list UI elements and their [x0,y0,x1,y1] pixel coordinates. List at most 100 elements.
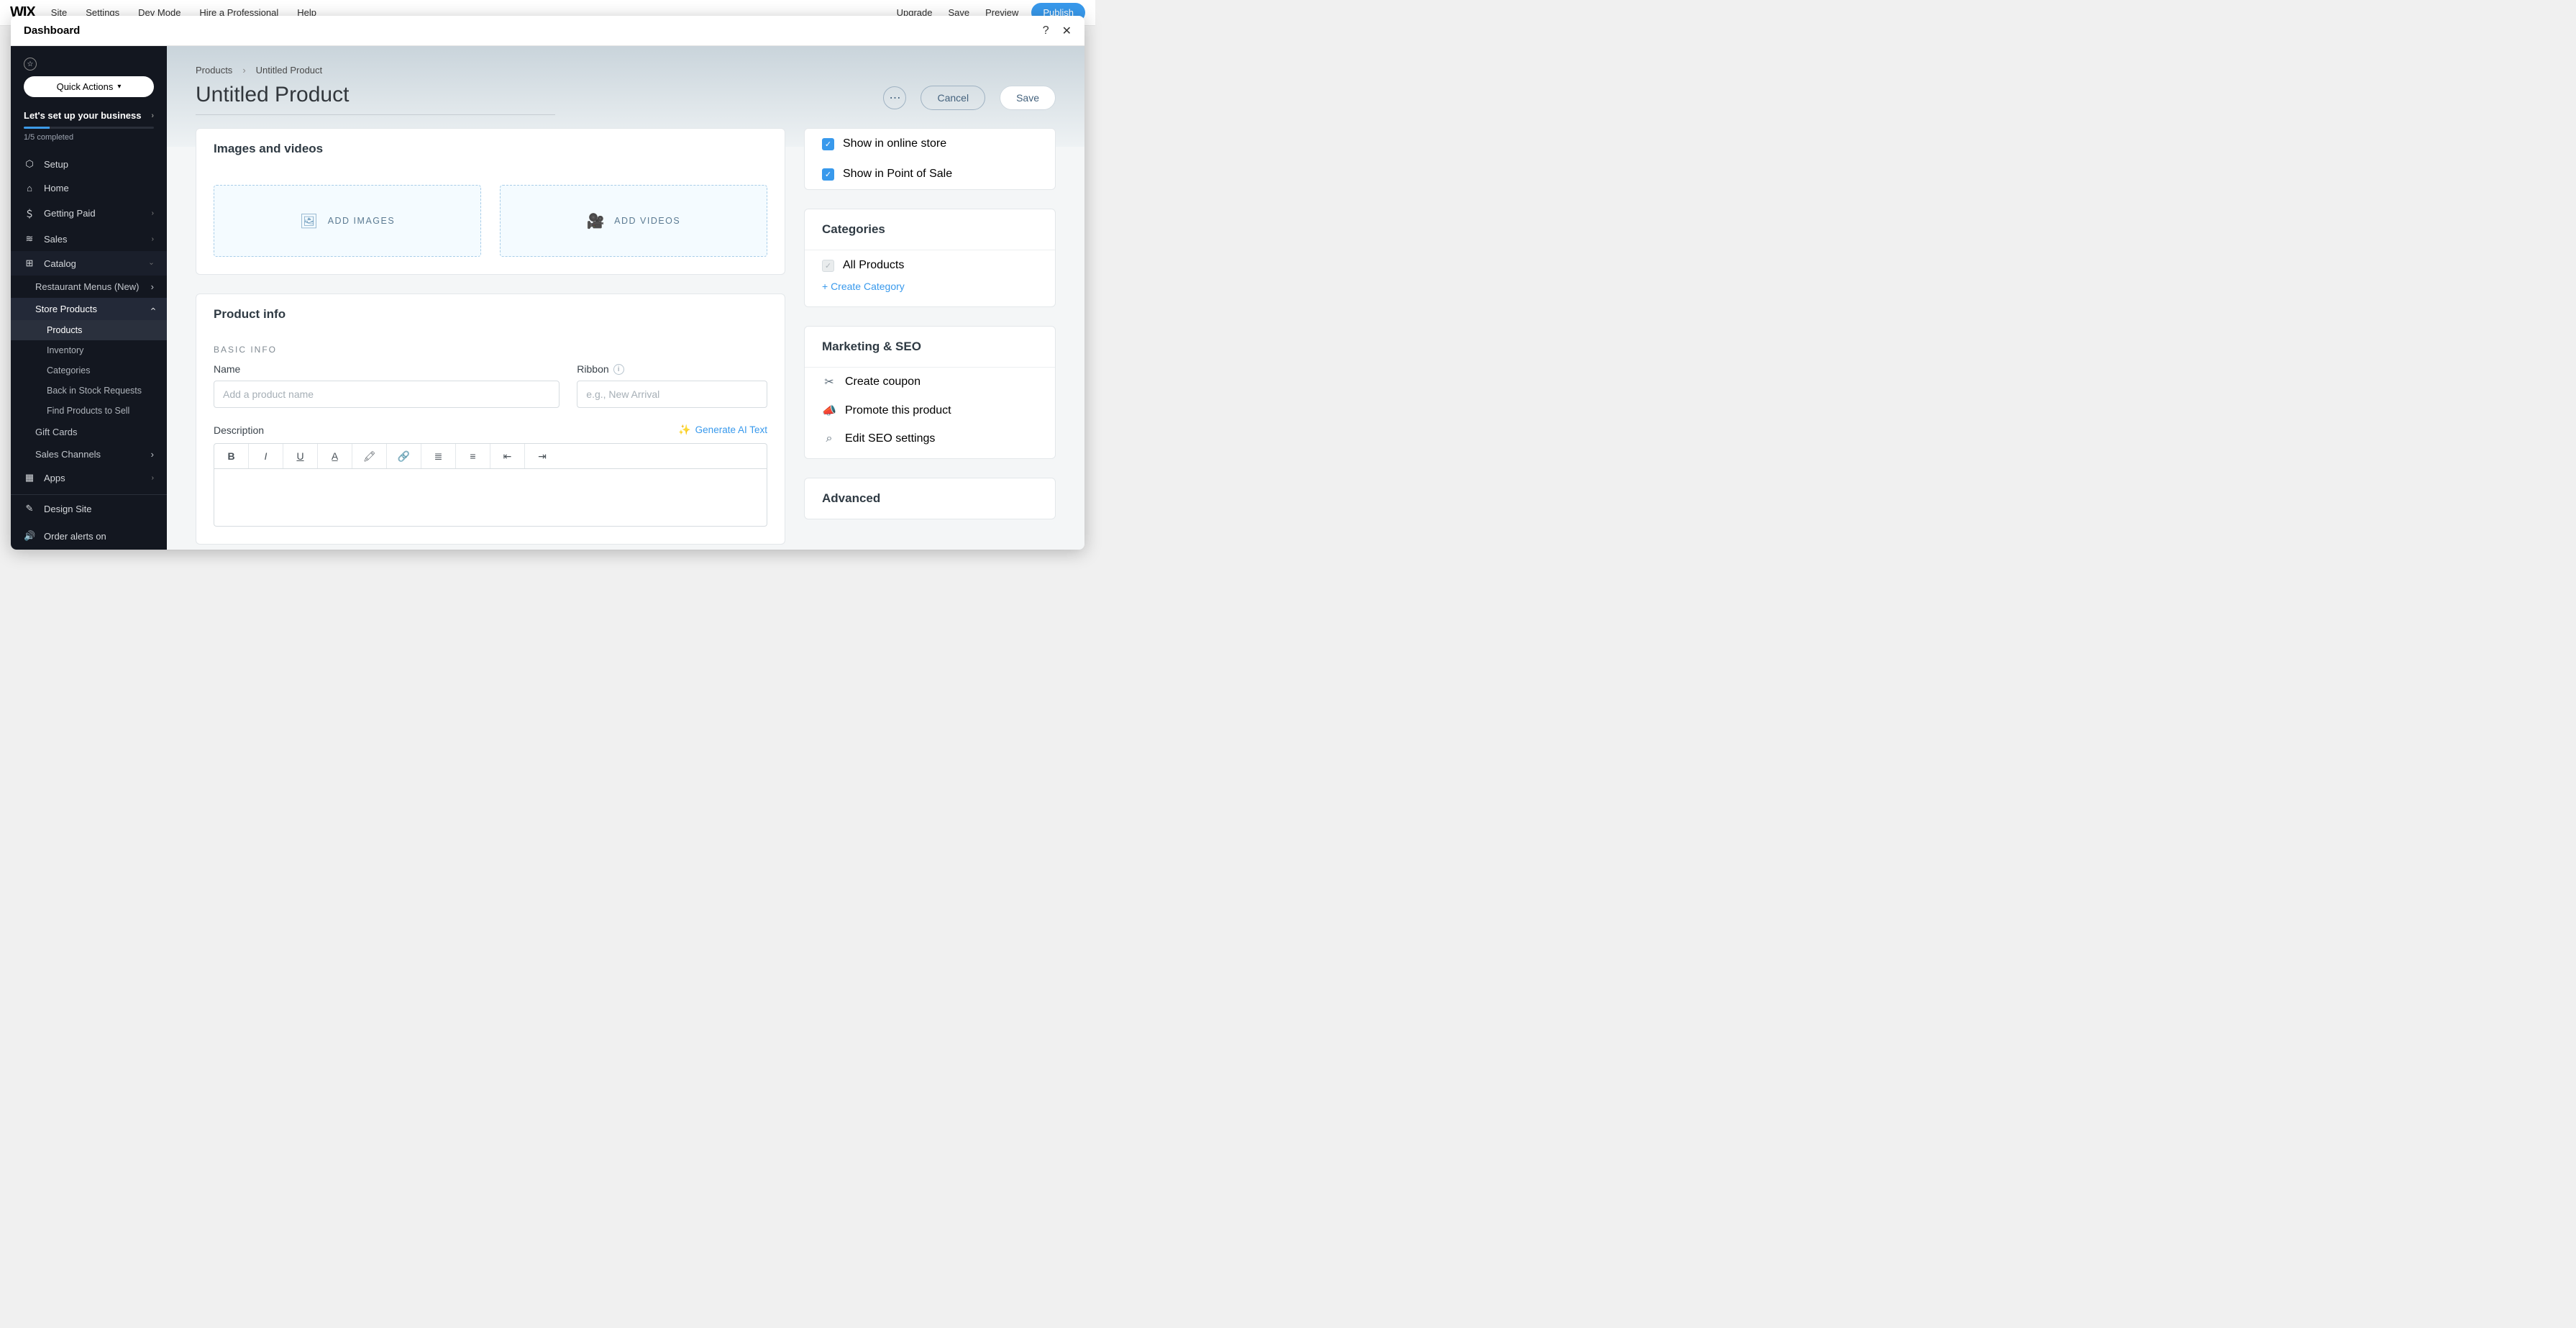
nav-products[interactable]: Products [11,320,167,340]
bullet-list-button[interactable]: ≣ [421,444,456,468]
site-favorite-icon[interactable]: ☆ [24,58,37,71]
add-images-label: ADD IMAGES [328,216,396,226]
chevron-right-icon: › [152,474,154,482]
title-row: ⋯ Cancel Save [167,76,1084,128]
create-category-link[interactable]: + Create Category [805,281,922,306]
add-images-button[interactable]: 🖼 ADD IMAGES [214,185,481,257]
breadcrumb-separator-icon: › [242,65,245,76]
nav-restaurant-menus[interactable]: Restaurant Menus (New) › [11,276,167,298]
create-coupon-label: Create coupon [845,376,921,388]
chevron-right-icon: › [151,281,154,292]
apps-icon: ▦ [24,472,35,483]
close-icon[interactable]: ✕ [1062,24,1072,38]
volume-icon: 🔊 [24,530,35,542]
nav-back-in-stock[interactable]: Back in Stock Requests [11,381,167,401]
order-alerts-label: Order alerts on [44,531,154,542]
info-icon[interactable]: i [613,364,624,375]
design-site-button[interactable]: ✎ Design Site [11,495,167,522]
chevron-right-icon: › [151,112,154,120]
categories-title: Categories [805,209,1055,250]
dashboard-header: Dashboard ? ✕ [11,16,1084,46]
show-online-checkbox[interactable]: ✓ [822,138,834,150]
nav-store-products[interactable]: Store Products › [11,298,167,320]
add-videos-button[interactable]: 🎥 ADD VIDEOS [500,185,767,257]
highlight-button[interactable]: 🖍 [352,444,387,468]
nav-inventory[interactable]: Inventory [11,340,167,360]
create-coupon-row[interactable]: ✂ Create coupon [805,368,1055,396]
all-products-label: All Products [843,259,904,272]
italic-button[interactable]: I [249,444,283,468]
marketing-title: Marketing & SEO [805,327,1055,368]
help-icon[interactable]: ? [1043,24,1049,37]
chevron-down-icon: › [147,262,155,264]
rich-text-toolbar: B I U A̲ 🖍 🔗 ≣ ≡ ⇤ ⇥ [214,443,767,469]
name-label: Name [214,363,559,375]
generate-ai-text-button[interactable]: ✨ Generate AI Text [678,424,767,436]
link-button[interactable]: 🔗 [387,444,421,468]
breadcrumb-products[interactable]: Products [196,65,232,76]
nav-catalog[interactable]: ⊞ Catalog › [11,251,167,276]
ribbon-input[interactable] [577,381,767,408]
nav-sales-channels[interactable]: Sales Channels › [11,443,167,465]
images-videos-title: Images and videos [196,129,785,169]
advanced-card: Advanced [804,478,1056,519]
generate-ai-label: Generate AI Text [695,424,767,435]
video-icon: 🎥 [587,212,606,230]
nav-categories[interactable]: Categories [11,360,167,381]
setup-title: Let's set up your business [24,110,141,121]
sparkle-icon: ✨ [678,424,690,436]
description-label: Description [214,424,264,436]
seo-icon: ⌕ [822,432,836,445]
more-actions-button[interactable]: ⋯ [883,86,906,109]
image-icon: 🖼 [300,212,319,230]
edit-seo-row[interactable]: ⌕ Edit SEO settings [805,425,1055,458]
quick-actions-button[interactable]: Quick Actions ▾ [24,76,154,97]
breadcrumb: Products › Untitled Product [167,46,1084,76]
order-alerts-toggle[interactable]: 🔊 Order alerts on [11,522,167,550]
nav-label: Home [44,183,154,194]
nav-sales[interactable]: ≋ Sales › [11,227,167,251]
sales-icon: ≋ [24,233,35,245]
breadcrumb-current: Untitled Product [256,65,323,76]
advanced-title: Advanced [805,478,1055,519]
cancel-button[interactable]: Cancel [921,86,985,110]
quick-actions-label: Quick Actions [57,81,114,92]
outdent-button[interactable]: ⇤ [490,444,525,468]
description-textarea[interactable] [214,469,767,527]
setup-icon: ⬡ [24,158,35,170]
images-videos-card: Images and videos 🖼 ADD IMAGES 🎥 ADD VID… [196,128,785,275]
nav-home[interactable]: ⌂ Home [11,176,167,200]
sub-label: Sales Channels [35,449,101,460]
nav-label: Sales [44,234,143,245]
nav-label: Catalog [44,258,143,269]
product-info-title: Product info [196,294,785,335]
nav-find-products[interactable]: Find Products to Sell [11,401,167,421]
setup-progress-block[interactable]: Let's set up your business › 1/5 complet… [11,107,167,152]
save-button[interactable]: Save [1000,86,1056,110]
dashboard-sidebar: ‹ ☆ Quick Actions ▾ Let's set up your bu… [11,46,167,550]
chevron-right-icon: › [152,209,154,217]
nav-getting-paid[interactable]: ＄ Getting Paid › [11,200,167,227]
megaphone-icon: 📣 [822,404,836,418]
product-name-input[interactable] [214,381,559,408]
all-products-checkbox: ✓ [822,260,834,272]
nav-label: Getting Paid [44,208,143,219]
design-site-label: Design Site [44,504,154,514]
sidebar-nav: ⬡ Setup ⌂ Home ＄ Getting Paid › ≋ Sales … [11,152,167,494]
text-color-button[interactable]: A̲ [318,444,352,468]
nav-gift-cards[interactable]: Gift Cards [11,421,167,443]
underline-button[interactable]: U [283,444,318,468]
nav-setup[interactable]: ⬡ Setup [11,152,167,176]
visibility-card: ✓ Show in online store ✓ Show in Point o… [804,128,1056,190]
bold-button[interactable]: B [214,444,249,468]
marketing-seo-card: Marketing & SEO ✂ Create coupon 📣 Promot… [804,326,1056,459]
sub-label: Gift Cards [35,427,78,437]
indent-button[interactable]: ⇥ [525,444,559,468]
product-editor-content: Products › Untitled Product ⋯ Cancel Sav… [167,46,1084,550]
product-title-input[interactable] [196,80,555,115]
setup-progress-label: 1/5 completed [24,133,154,142]
number-list-button[interactable]: ≡ [456,444,490,468]
show-pos-checkbox[interactable]: ✓ [822,168,834,181]
promote-product-row[interactable]: 📣 Promote this product [805,396,1055,425]
nav-apps[interactable]: ▦ Apps › [11,465,167,490]
